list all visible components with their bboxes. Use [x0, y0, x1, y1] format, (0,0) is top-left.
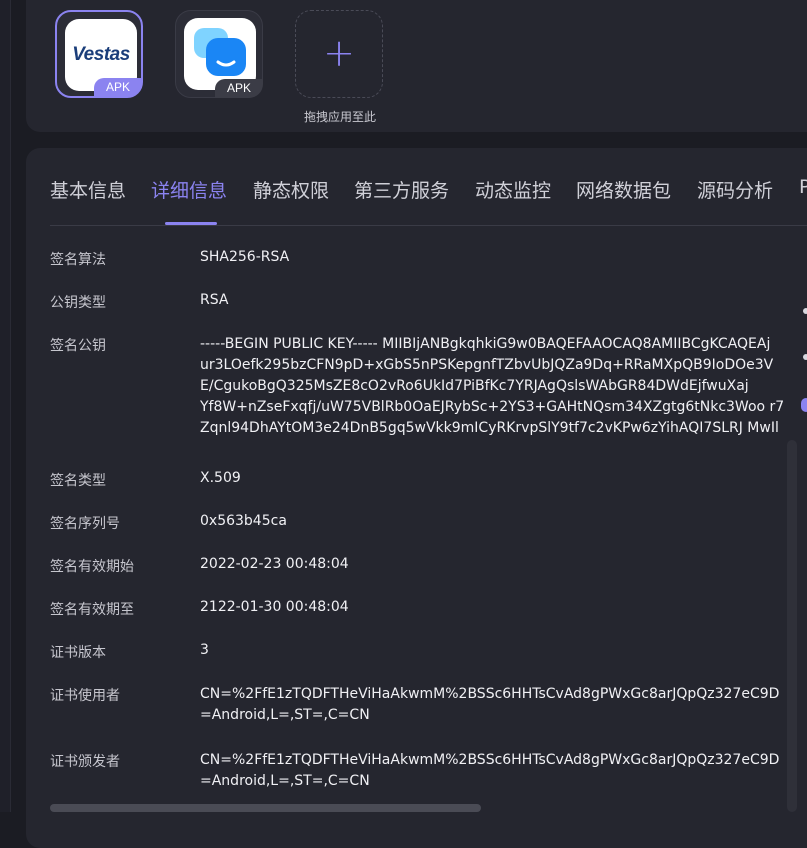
app-tile-chat[interactable]: APK [175, 10, 263, 98]
left-rail [0, 0, 11, 812]
subject-line: CN=%2FfE1zTQDFTHeViHaAkwmM%2BSSc6HHTsCvA… [200, 686, 780, 702]
value-valid-to: 2122-01-30 00:48:04 [200, 599, 349, 615]
vertical-scrollbar[interactable] [787, 440, 797, 812]
value-signature-type: X.509 [200, 470, 241, 486]
apk-badge: APK [215, 79, 263, 98]
plus-icon: + [323, 31, 355, 75]
value-signature-algorithm: SHA256-RSA [200, 249, 290, 265]
app-tile-vestas[interactable]: Vestas APK [55, 10, 143, 98]
label-signature-type: 签名类型 [50, 473, 106, 489]
tab-basic-info[interactable]: 基本信息 [50, 176, 126, 203]
issuer-line: =Android,L=,ST=,C=CN [200, 773, 370, 789]
side-toggle-indicator[interactable] [801, 398, 807, 412]
value-public-key: -----BEGIN PUBLIC KEY----- MIIBIjANBgkqh… [200, 334, 787, 439]
vestas-logo-text: Vestas [72, 44, 130, 65]
app-panel [26, 0, 807, 132]
value-public-key-type: RSA [200, 292, 229, 308]
subject-line: =Android,L=,ST=,C=CN [200, 707, 370, 723]
value-cert-subject: CN=%2FfE1zTQDFTHeViHaAkwmM%2BSSc6HHTsCvA… [200, 684, 787, 726]
value-cert-version: 3 [200, 642, 209, 658]
side-dot-indicator [803, 354, 807, 360]
issuer-line: CN=%2FfE1zTQDFTHeViHaAkwmM%2BSSc6HHTsCvA… [200, 752, 780, 768]
tab-detail-info[interactable]: 详细信息 [151, 176, 227, 203]
public-key-line: Yf8W+nZseFxqfj/uW75VBlRb0OaEJRybSc+2YS3+… [200, 399, 785, 415]
label-serial-number: 签名序列号 [50, 516, 120, 532]
tab-source-analysis[interactable]: 源码分析 [697, 176, 773, 203]
detail-panel [26, 148, 807, 848]
label-signature-algorithm: 签名算法 [50, 252, 106, 268]
label-valid-from: 签名有效期始 [50, 559, 134, 575]
tab-static-permissions[interactable]: 静态权限 [253, 176, 329, 203]
label-cert-subject: 证书使用者 [50, 688, 120, 704]
tab-divider [50, 225, 807, 226]
tab-overflow[interactable]: P [799, 176, 807, 198]
value-cert-issuer: CN=%2FfE1zTQDFTHeViHaAkwmM%2BSSc6HHTsCvA… [200, 750, 787, 792]
value-valid-from: 2022-02-23 00:48:04 [200, 556, 349, 572]
public-key-line: Zqnl94DhAYtOM3e24DnB5gq5wVkk9mICyRKrvpSl… [200, 420, 779, 436]
public-key-line: E/CgukoBgQ325MsZE8cO2vRo6UkId7PiBfKc7YRJ… [200, 378, 749, 394]
tab-network-packets[interactable]: 网络数据包 [576, 176, 671, 203]
value-serial-number: 0x563b45ca [200, 513, 287, 529]
apk-badge: APK [94, 78, 142, 97]
dropzone-label: 拖拽应用至此 [303, 110, 376, 124]
tab-third-party-services[interactable]: 第三方服务 [354, 176, 449, 203]
side-dot-indicator [803, 308, 807, 314]
public-key-line: ur3LOefk295bzCFN9pD+xGbS5nPSKepgnfTZbvUb… [200, 357, 774, 373]
label-valid-to: 签名有效期至 [50, 602, 134, 618]
horizontal-scrollbar[interactable] [50, 804, 481, 812]
label-cert-version: 证书版本 [50, 645, 106, 661]
label-public-key: 签名公钥 [50, 338, 106, 354]
tab-dynamic-monitoring[interactable]: 动态监控 [475, 176, 551, 203]
add-app-dropzone[interactable]: + [295, 10, 383, 98]
label-cert-issuer: 证书颁发者 [50, 754, 120, 770]
public-key-line: -----BEGIN PUBLIC KEY----- MIIBIjANBgkqh… [200, 336, 771, 352]
label-public-key-type: 公钥类型 [50, 295, 106, 311]
